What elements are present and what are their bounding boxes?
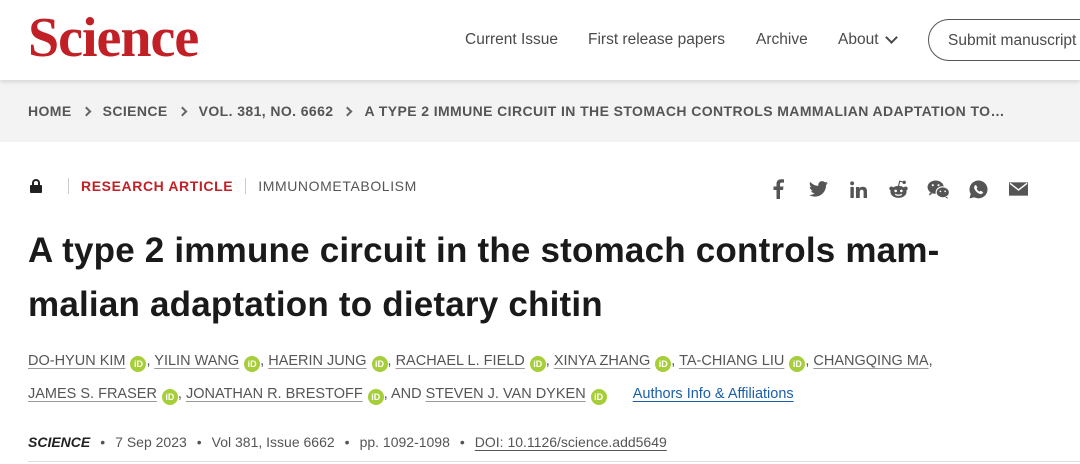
bullet-separator: • — [196, 434, 202, 450]
article-subject[interactable]: IMMUNOMETABOLISM — [258, 178, 417, 194]
linkedin-icon[interactable] — [838, 176, 878, 202]
chevron-right-icon — [343, 106, 353, 116]
bullet-separator: • — [100, 434, 106, 450]
author-name[interactable]: YILIN WANG — [154, 353, 239, 369]
orcid-icon[interactable]: iD — [161, 389, 178, 405]
science-logo[interactable]: Science — [28, 10, 199, 66]
citation-pages: pp. 1092-1098 — [359, 434, 450, 450]
citation-volume: Vol 381, Issue 6662 — [211, 434, 335, 450]
author-name[interactable]: JONATHAN R. BRESTOFF — [186, 386, 363, 402]
article-type: RESEARCH ARTICLE — [81, 178, 234, 194]
author-name[interactable]: STEVEN J. VAN DYKEN — [426, 386, 586, 402]
breadcrumb-science[interactable]: SCIENCE — [103, 103, 168, 119]
nav-current-issue[interactable]: Current Issue — [465, 31, 558, 49]
orcid-icon[interactable]: iD — [529, 356, 546, 372]
breadcrumb-volume[interactable]: VOL. 381, NO. 6662 — [199, 103, 334, 119]
reddit-icon[interactable] — [878, 176, 918, 202]
wechat-icon[interactable] — [918, 176, 958, 202]
orcid-icon[interactable]: iD — [655, 356, 672, 372]
bullet-separator: • — [459, 434, 465, 450]
author-list: DO-HYUN KIM iD, YILIN WANG iD, HAERIN JUNG… — [28, 345, 1058, 411]
orcid-icon[interactable]: iD — [367, 389, 384, 405]
author-name[interactable]: JAMES S. FRASER — [28, 386, 157, 402]
citation-line: SCIENCE • 7 Sep 2023 • Vol 381, Issue 66… — [28, 434, 667, 450]
nav-about[interactable]: About — [838, 31, 898, 49]
nav-first-release-papers[interactable]: First release papers — [588, 31, 725, 49]
divider — [245, 178, 247, 194]
author-name[interactable]: CHANGQING MA — [813, 353, 928, 369]
citation-journal: SCIENCE — [28, 434, 91, 450]
citation-date: 7 Sep 2023 — [115, 434, 187, 450]
orcid-icon[interactable]: iD — [590, 389, 607, 405]
breadcrumb-home[interactable]: HOME — [28, 103, 72, 119]
breadcrumb-bar: HOME SCIENCE VOL. 381, NO. 6662 A TYPE 2… — [0, 80, 1080, 142]
facebook-icon[interactable] — [758, 176, 798, 202]
author-name[interactable]: XINYA ZHANG — [554, 353, 650, 369]
bullet-separator: • — [344, 434, 350, 450]
and-separator: , AND — [383, 386, 422, 402]
breadcrumb-current: A TYPE 2 IMMUNE CIRCUIT IN THE STOMACH C… — [364, 103, 1005, 119]
orcid-icon[interactable]: iD — [371, 356, 388, 372]
lock-icon — [30, 179, 42, 193]
orcid-icon[interactable]: iD — [244, 356, 261, 372]
nav-archive[interactable]: Archive — [756, 31, 808, 49]
orcid-icon[interactable]: iD — [130, 356, 147, 372]
doi-link[interactable]: DOI: 10.1126/science.add5649 — [475, 434, 667, 450]
author-name[interactable]: TA-CHIANG LIU — [679, 353, 784, 369]
chevron-right-icon — [177, 106, 188, 116]
article-meta: RESEARCH ARTICLE IMMUNOMETABOLISM — [30, 178, 417, 194]
author-name[interactable]: DO-HYUN KIM — [28, 353, 125, 369]
submit-manuscript-button[interactable]: Submit manuscript — [928, 19, 1080, 61]
breadcrumb: HOME SCIENCE VOL. 381, NO. 6662 A TYPE 2… — [28, 103, 1005, 119]
site-header: Science Current Issue First release pape… — [0, 0, 1080, 80]
chevron-down-icon — [884, 31, 898, 44]
email-icon[interactable] — [998, 176, 1038, 202]
author-name[interactable]: RACHAEL L. FIELD — [396, 353, 525, 369]
divider — [68, 178, 69, 194]
article-title: A type 2 immune circuit in the stomach c… — [28, 231, 940, 324]
nav-about-label: About — [838, 31, 879, 48]
twitter-icon[interactable] — [798, 176, 838, 202]
share-bar — [758, 176, 1038, 202]
whatsapp-icon[interactable] — [958, 176, 998, 202]
chevron-right-icon — [81, 106, 92, 116]
authors-info-affiliations-link[interactable]: Authors Info & Affiliations — [633, 386, 794, 402]
orcid-icon[interactable]: iD — [789, 356, 806, 372]
author-name[interactable]: HAERIN JUNG — [268, 353, 366, 369]
divider — [28, 461, 1080, 462]
